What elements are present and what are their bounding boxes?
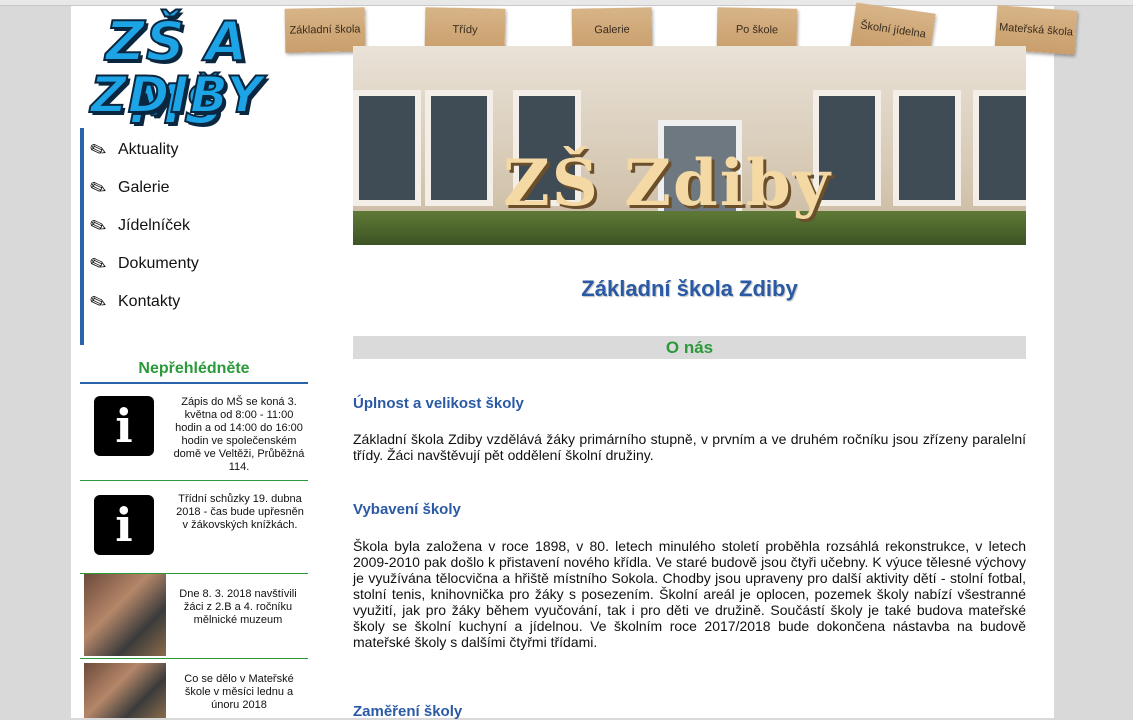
sidebar-item-label: Dokumenty: [118, 255, 199, 272]
sidebar-item-galerie[interactable]: ✎ Galerie: [86, 174, 170, 203]
section-header: O nás: [353, 336, 1026, 359]
section-text: Škola byla založena v roce 1898, v 80. l…: [353, 538, 1026, 650]
news-item[interactable]: i Třídní schůzky 19. dubna 2018 - čas bu…: [80, 481, 308, 574]
section-heading: Úplnost a velikost školy: [353, 395, 524, 412]
banner-window: [893, 90, 961, 206]
sidebar-menu: ✎ Aktuality ✎ Galerie ✎ Jídelníček ✎ Dok…: [80, 128, 284, 345]
news-item[interactable]: i Zápis do MŠ se koná 3. května od 8:00 …: [80, 386, 308, 481]
site-logo[interactable]: ZŠ A MŠ ZDIBY: [77, 9, 277, 137]
news-text: Zápis do MŠ se koná 3. května od 8:00 - …: [173, 396, 305, 473]
sidebar-item-aktuality[interactable]: ✎ Aktuality: [86, 136, 179, 165]
banner-title: ZŠ Zdiby: [503, 146, 832, 221]
news-photo: [84, 574, 166, 656]
section-heading: Zaměření školy: [353, 703, 463, 720]
banner-window: [973, 90, 1026, 206]
news-photo: [84, 663, 166, 718]
right-background: [1054, 6, 1133, 718]
pencil-icon: ✎: [86, 289, 111, 317]
pencil-icon: ✎: [86, 213, 111, 241]
sidebar-item-label: Jídelníček: [118, 217, 191, 234]
news-text: Dne 8. 3. 2018 navštívili žáci z 2.B a 4…: [179, 588, 297, 626]
sidebar-item-label: Galerie: [118, 179, 170, 196]
divider: [80, 382, 308, 384]
section-heading: Vybavení školy: [353, 501, 461, 518]
pencil-icon: ✎: [86, 137, 111, 165]
logo-line-2: ZDIBY: [90, 65, 264, 125]
sidebar-item-label: Kontakty: [118, 293, 181, 310]
sidebar-item-kontakty[interactable]: ✎ Kontakty: [86, 288, 181, 317]
pencil-icon: ✎: [86, 175, 111, 203]
page-container: ZŠ A MŠ ZDIBY Základní škola Třídy Galer…: [71, 2, 1078, 720]
sidebar-section-title: Nepřehlédněte: [138, 360, 250, 377]
info-icon: i: [94, 495, 154, 555]
banner-window: [353, 90, 421, 206]
info-icon: i: [94, 396, 154, 456]
page-title: Základní škola Zdiby: [581, 276, 798, 301]
pencil-icon: ✎: [86, 251, 111, 279]
news-text: Co se dělo v Mateřské škole v měsíci led…: [184, 673, 294, 711]
banner-window: [425, 90, 493, 206]
news-item[interactable]: Co se dělo v Mateřské škole v měsíci led…: [80, 659, 308, 718]
section-text: Základní škola Zdiby vzdělává žáky primá…: [353, 431, 1026, 463]
news-item[interactable]: Dne 8. 3. 2018 navštívili žáci z 2.B a 4…: [80, 574, 308, 659]
header-banner: ZŠ Zdiby: [353, 46, 1026, 245]
sidebar-item-dokumenty[interactable]: ✎ Dokumenty: [86, 250, 199, 279]
news-text: Třídní schůzky 19. dubna 2018 - čas bude…: [176, 493, 304, 531]
sidebar-item-jidelnicek[interactable]: ✎ Jídelníček: [86, 212, 191, 241]
sidebar-item-label: Aktuality: [118, 141, 179, 158]
